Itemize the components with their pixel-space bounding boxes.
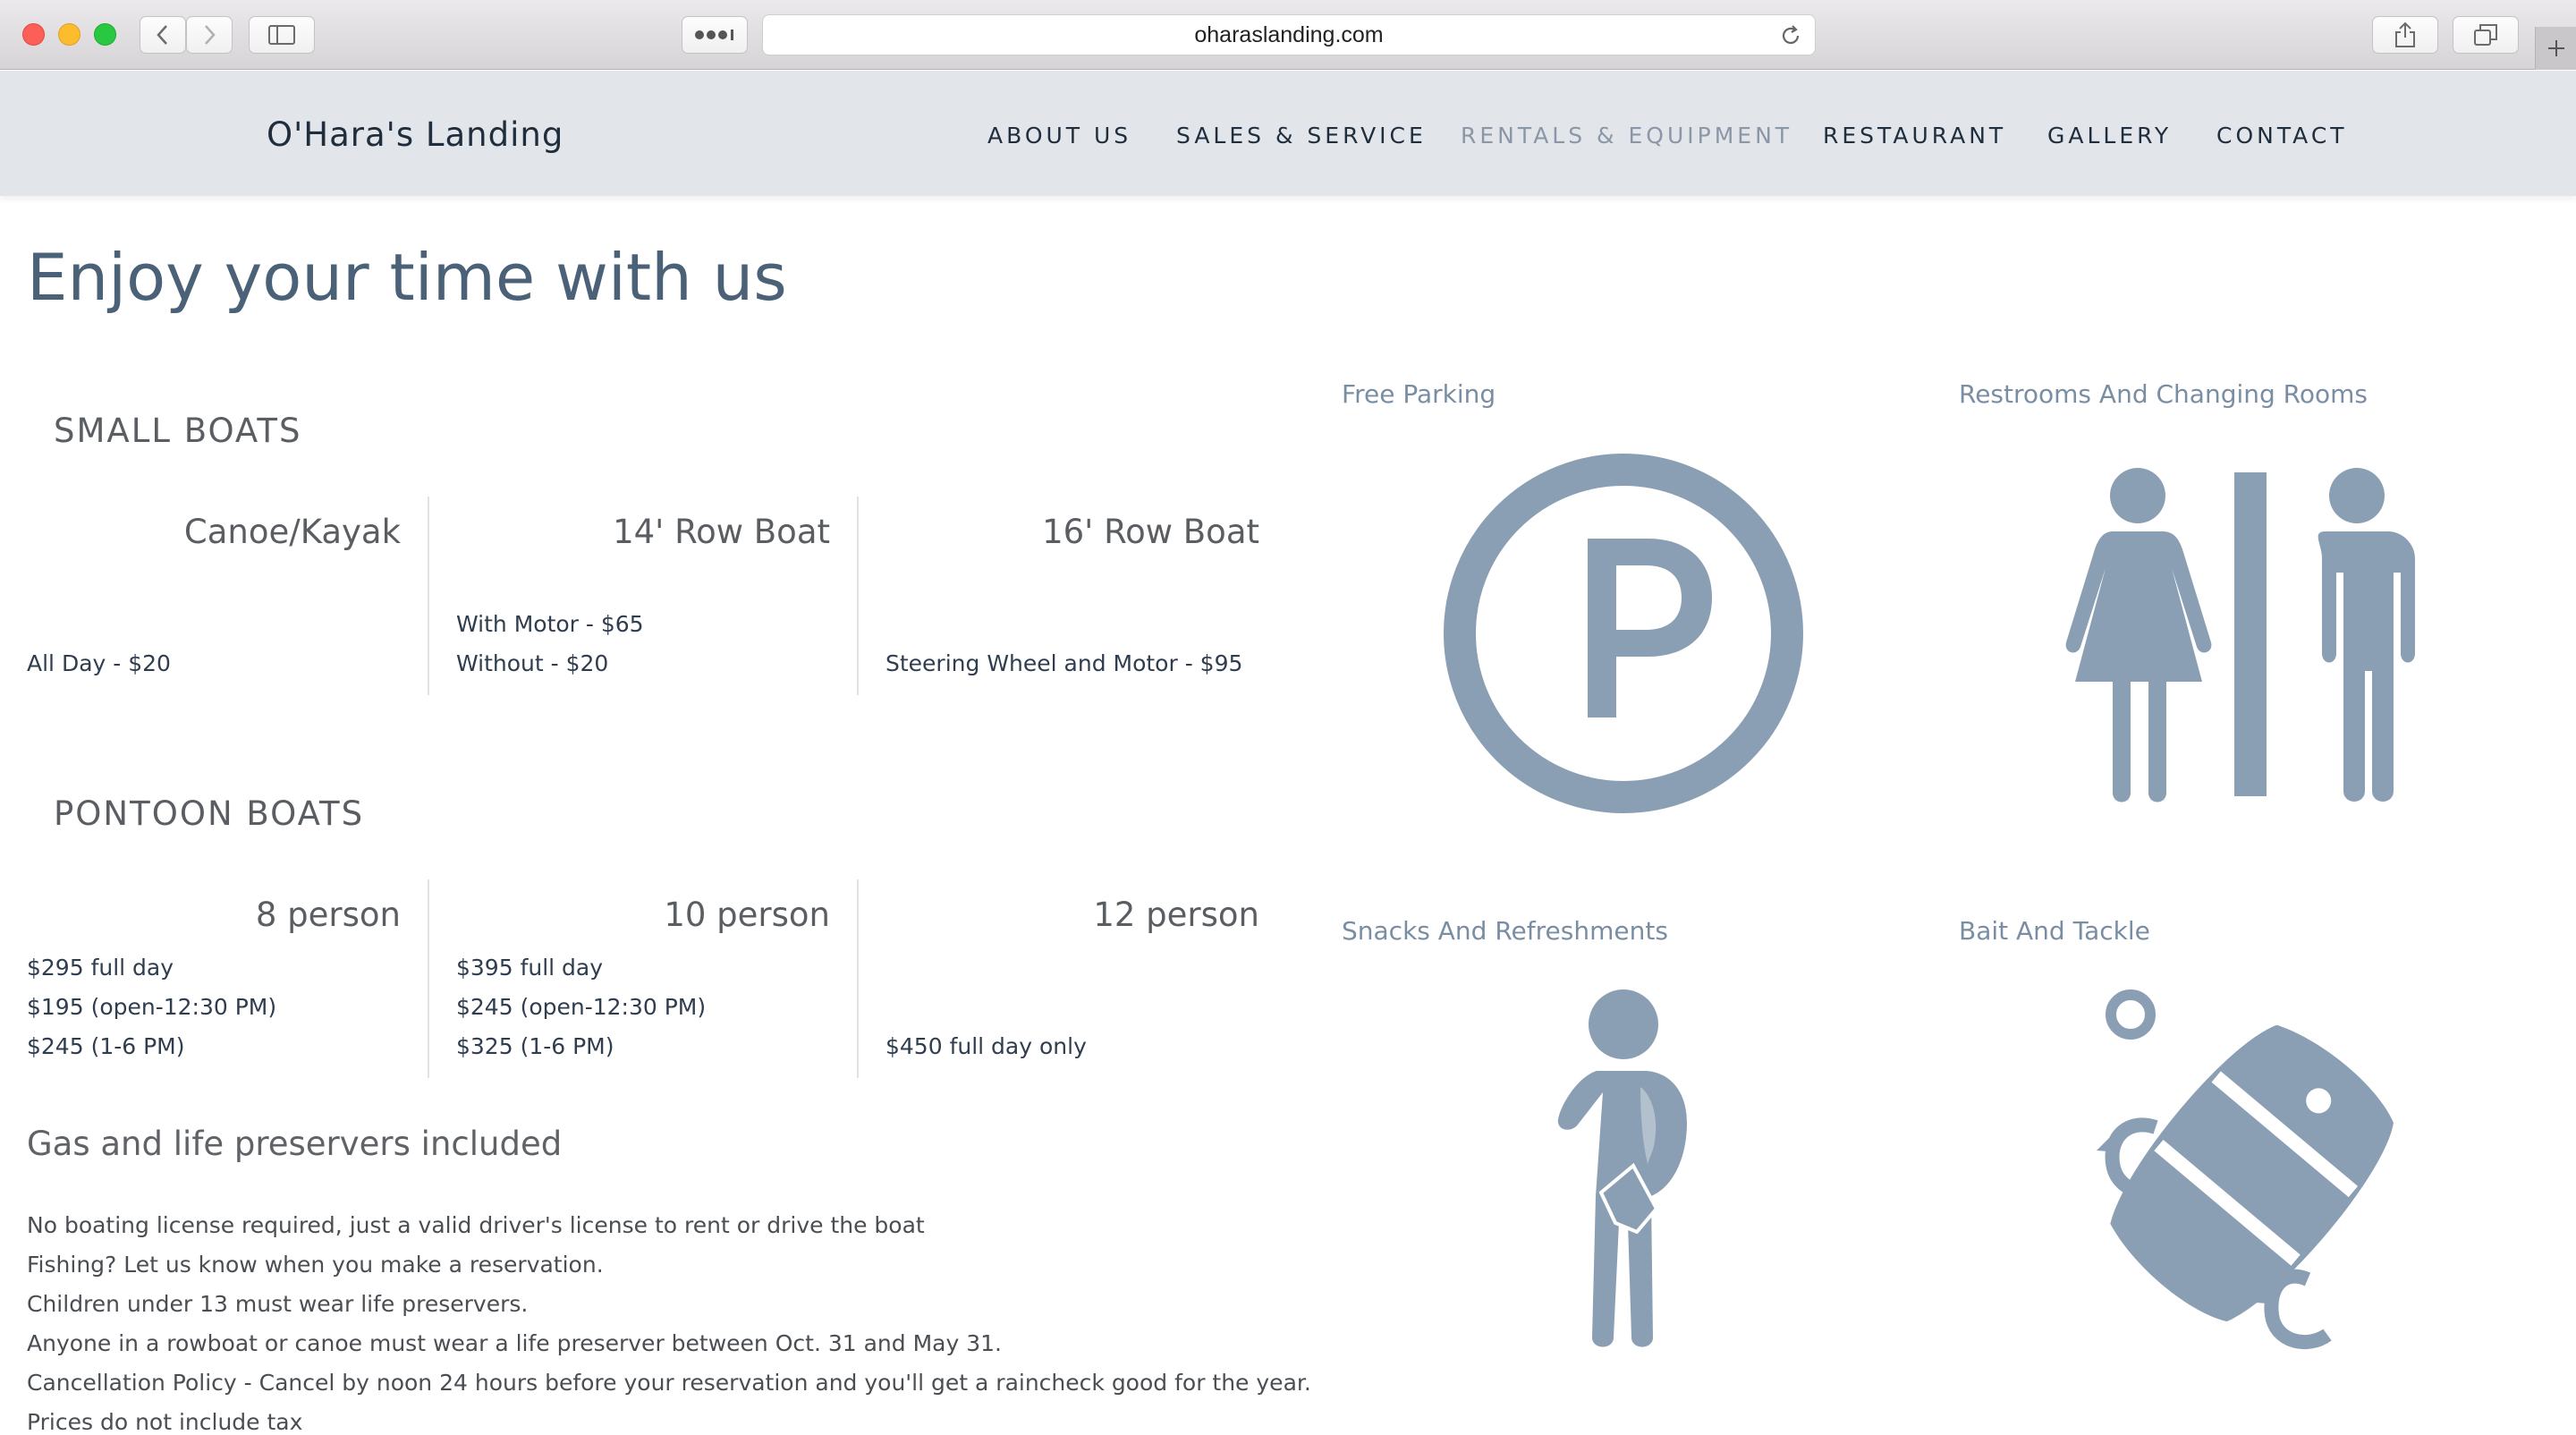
amenity-label-restrooms: Restrooms And Changing Rooms [1959, 379, 2368, 409]
close-window-button[interactable] [22, 23, 45, 46]
reader-extensions-button[interactable] [682, 16, 748, 54]
reload-icon[interactable] [1779, 24, 1802, 51]
amenity-label-bait: Bait And Tackle [1959, 916, 2150, 946]
pontoon-8-column: 8 person $295 full day $195 (open-12:30 … [0, 879, 429, 1078]
note-line: Children under 13 must wear life preserv… [27, 1291, 529, 1317]
nav-restaurant[interactable]: RESTAURANT [1823, 123, 2006, 149]
price-line: $195 (open-12:30 PM) [27, 994, 277, 1020]
boat-name: 8 person [255, 896, 401, 934]
boat-name: 10 person [664, 896, 830, 934]
row-boat-16-column: 16' Row Boat Steering Wheel and Motor - … [859, 497, 1288, 695]
show-tabs-button[interactable] [2453, 16, 2519, 54]
price-line: $450 full day only [886, 1033, 1087, 1059]
price-line: With Motor - $65 [456, 611, 644, 637]
boat-name: Canoe/Kayak [183, 513, 401, 551]
snacks-person-icon [1547, 989, 1690, 1354]
tabs-icon [2474, 24, 2497, 46]
small-boats-heading: SMALL BOATS [54, 412, 302, 450]
nav-rentals-equipment[interactable]: RENTALS & EQUIPMENT [1461, 123, 1792, 149]
pontoon-10-column: 10 person $395 full day $245 (open-12:30… [429, 879, 859, 1078]
pontoon-boats-heading: PONTOON BOATS [54, 794, 365, 833]
minimize-window-button[interactable] [58, 23, 80, 46]
price-line: $245 (1-6 PM) [27, 1033, 185, 1059]
back-button[interactable] [140, 16, 186, 54]
canoe-kayak-column: Canoe/Kayak All Day - $20 [0, 497, 429, 695]
price-line: $325 (1-6 PM) [456, 1033, 614, 1059]
note-line: No boating license required, just a vali… [27, 1212, 925, 1238]
nav-contact[interactable]: CONTACT [2216, 123, 2348, 149]
parking-icon [1442, 452, 1805, 819]
nav-gallery[interactable]: GALLERY [2047, 123, 2172, 149]
price-line: $395 full day [456, 955, 604, 981]
url-text: oharaslanding.com [1194, 21, 1384, 47]
amenity-label-parking: Free Parking [1342, 379, 1496, 409]
boat-name: 16' Row Boat [1042, 513, 1259, 551]
note-line: Fishing? Let us know when you make a res… [27, 1252, 604, 1278]
row-boat-14-column: 14' Row Boat With Motor - $65 Without - … [429, 497, 859, 695]
boat-name: 14' Row Boat [613, 513, 830, 551]
share-button[interactable] [2372, 16, 2438, 54]
site-header: O'Hara's Landing ABOUT US SALES & SERVIC… [0, 71, 2576, 196]
share-icon [2395, 21, 2415, 47]
price-line: All Day - $20 [27, 650, 171, 676]
boat-name: 12 person [1093, 896, 1259, 934]
price-line: $245 (open-12:30 PM) [456, 994, 707, 1020]
note-line: Cancellation Policy - Cancel by noon 24 … [27, 1370, 1311, 1396]
address-bar[interactable]: oharaslanding.com [762, 14, 1816, 55]
sidebar-toggle-button[interactable] [249, 16, 315, 54]
chevron-left-icon [157, 25, 167, 45]
main-nav: ABOUT US SALES & SERVICE RENTALS & EQUIP… [0, 123, 2576, 158]
note-line: Prices do not include tax [27, 1409, 303, 1435]
amenity-label-snacks: Snacks And Refreshments [1342, 916, 1668, 946]
page-title: Enjoy your time with us [27, 240, 787, 315]
price-line: Without - $20 [456, 650, 609, 676]
note-line: Anyone in a rowboat or canoe must wear a… [27, 1330, 1002, 1356]
plus-icon [2547, 40, 2564, 56]
pontoon-12-column: 12 person $450 full day only [859, 879, 1288, 1078]
price-line: $295 full day [27, 955, 174, 981]
included-heading: Gas and life preservers included [27, 1125, 563, 1163]
new-tab-button[interactable] [2535, 27, 2576, 70]
price-line: Steering Wheel and Motor - $95 [886, 650, 1243, 676]
fishing-lure-icon [2093, 984, 2397, 1354]
chevron-right-icon [205, 25, 216, 45]
restroom-icon [2057, 465, 2433, 809]
forward-button[interactable] [186, 16, 233, 54]
more-dots-icon [695, 30, 733, 40]
sidebar-icon [268, 25, 295, 45]
browser-toolbar: oharaslanding.com [0, 0, 2576, 70]
nav-sales-service[interactable]: SALES & SERVICE [1176, 123, 1427, 149]
zoom-window-button[interactable] [94, 23, 116, 46]
nav-about-us[interactable]: ABOUT US [987, 123, 1131, 149]
